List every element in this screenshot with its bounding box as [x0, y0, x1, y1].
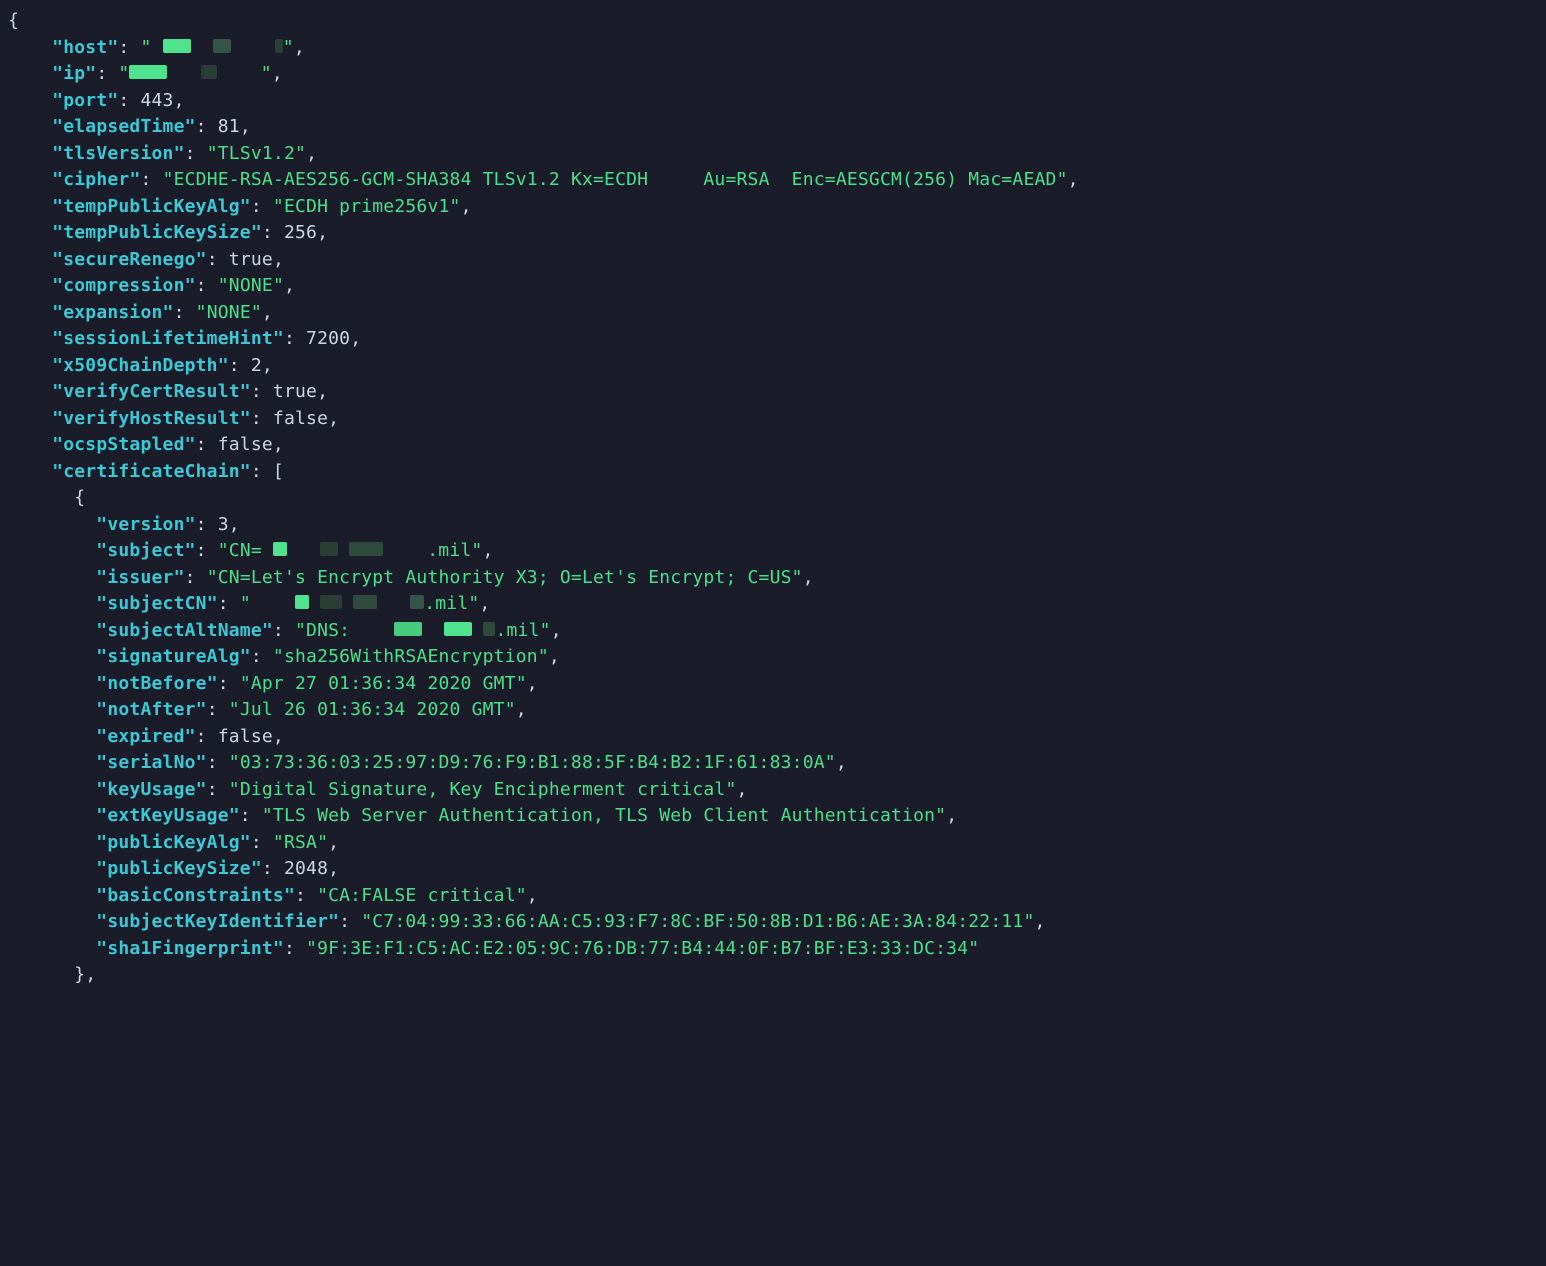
val-signatureAlg: "sha256WithRSAEncryption"	[273, 646, 549, 667]
val-subjectCN: " .mil"	[240, 593, 480, 614]
key-publicKeyAlg: "publicKeyAlg"	[96, 832, 251, 853]
key-extKeyUsage: "extKeyUsage"	[96, 805, 240, 826]
key-x509ChainDepth: "x509ChainDepth"	[52, 355, 229, 376]
key-subjectKeyIdentifier: "subjectKeyIdentifier"	[96, 911, 339, 932]
key-version: "version"	[96, 514, 195, 535]
val-tlsVersion: "TLSv1.2"	[207, 143, 306, 164]
val-notBefore: "Apr 27 01:36:34 2020 GMT"	[240, 673, 527, 694]
key-ip: "ip"	[52, 63, 96, 84]
val-sha1Fingerprint: "9F:3E:F1:C5:AC:E2:05:9C:76:DB:77:B4:44:…	[306, 938, 979, 959]
json-output: { "host": " ", "ip": " ", "port": 443, "…	[0, 0, 1546, 1013]
key-subjectCN: "subjectCN"	[96, 593, 217, 614]
key-serialNo: "serialNo"	[96, 752, 206, 773]
val-tempPublicKeyAlg: "ECDH prime256v1"	[273, 196, 461, 217]
val-ocspStapled: false	[218, 434, 273, 455]
key-certificateChain: "certificateChain"	[52, 461, 251, 482]
val-extKeyUsage: "TLS Web Server Authentication, TLS Web …	[262, 805, 946, 826]
key-sessionLifetimeHint: "sessionLifetimeHint"	[52, 328, 284, 349]
val-ip: " "	[118, 63, 271, 84]
val-serialNo: "03:73:36:03:25:97:D9:76:F9:B1:88:5F:B4:…	[229, 752, 836, 773]
val-x509ChainDepth: 2	[251, 355, 262, 376]
val-expired: false	[218, 726, 273, 747]
key-notBefore: "notBefore"	[96, 673, 217, 694]
key-verifyHostResult: "verifyHostResult"	[52, 408, 251, 429]
key-notAfter: "notAfter"	[96, 699, 206, 720]
key-tempPublicKeyAlg: "tempPublicKeyAlg"	[52, 196, 251, 217]
val-elapsedTime: 81	[218, 116, 240, 137]
key-basicConstraints: "basicConstraints"	[96, 885, 295, 906]
val-host: " "	[140, 37, 293, 58]
val-publicKeySize: 2048	[284, 858, 328, 879]
key-expired: "expired"	[96, 726, 195, 747]
val-subject: "CN= .mil"	[218, 540, 483, 561]
key-verifyCertResult: "verifyCertResult"	[52, 381, 251, 402]
key-signatureAlg: "signatureAlg"	[96, 646, 251, 667]
key-publicKeySize: "publicKeySize"	[96, 858, 262, 879]
val-issuer: "CN=Let's Encrypt Authority X3; O=Let's …	[207, 567, 803, 588]
val-subjectAltName: "DNS: .mil"	[295, 620, 551, 641]
key-sha1Fingerprint: "sha1Fingerprint"	[96, 938, 284, 959]
val-port: 443	[140, 90, 173, 111]
val-compression: "NONE"	[218, 275, 284, 296]
val-publicKeyAlg: "RSA"	[273, 832, 328, 853]
val-verifyHostResult: false	[273, 408, 328, 429]
val-notAfter: "Jul 26 01:36:34 2020 GMT"	[229, 699, 516, 720]
key-port: "port"	[52, 90, 118, 111]
key-ocspStapled: "ocspStapled"	[52, 434, 196, 455]
key-tlsVersion: "tlsVersion"	[52, 143, 184, 164]
val-basicConstraints: "CA:FALSE critical"	[317, 885, 527, 906]
key-subjectAltName: "subjectAltName"	[96, 620, 273, 641]
val-keyUsage: "Digital Signature, Key Encipherment cri…	[229, 779, 737, 800]
val-subjectKeyIdentifier: "C7:04:99:33:66:AA:C5:93:F7:8C:BF:50:8B:…	[361, 911, 1034, 932]
key-tempPublicKeySize: "tempPublicKeySize"	[52, 222, 262, 243]
key-host: "host"	[52, 37, 118, 58]
key-cipher: "cipher"	[52, 169, 140, 190]
val-cipher: "ECDHE-RSA-AES256-GCM-SHA384 TLSv1.2 Kx=…	[163, 169, 1068, 190]
val-tempPublicKeySize: 256	[284, 222, 317, 243]
val-sessionLifetimeHint: 7200	[306, 328, 350, 349]
key-expansion: "expansion"	[52, 302, 173, 323]
key-elapsedTime: "elapsedTime"	[52, 116, 196, 137]
key-compression: "compression"	[52, 275, 196, 296]
key-subject: "subject"	[96, 540, 195, 561]
key-keyUsage: "keyUsage"	[96, 779, 206, 800]
val-secureRenego: true	[229, 249, 273, 270]
key-secureRenego: "secureRenego"	[52, 249, 207, 270]
val-expansion: "NONE"	[196, 302, 262, 323]
val-version: 3	[218, 514, 229, 535]
key-issuer: "issuer"	[96, 567, 184, 588]
val-verifyCertResult: true	[273, 381, 317, 402]
